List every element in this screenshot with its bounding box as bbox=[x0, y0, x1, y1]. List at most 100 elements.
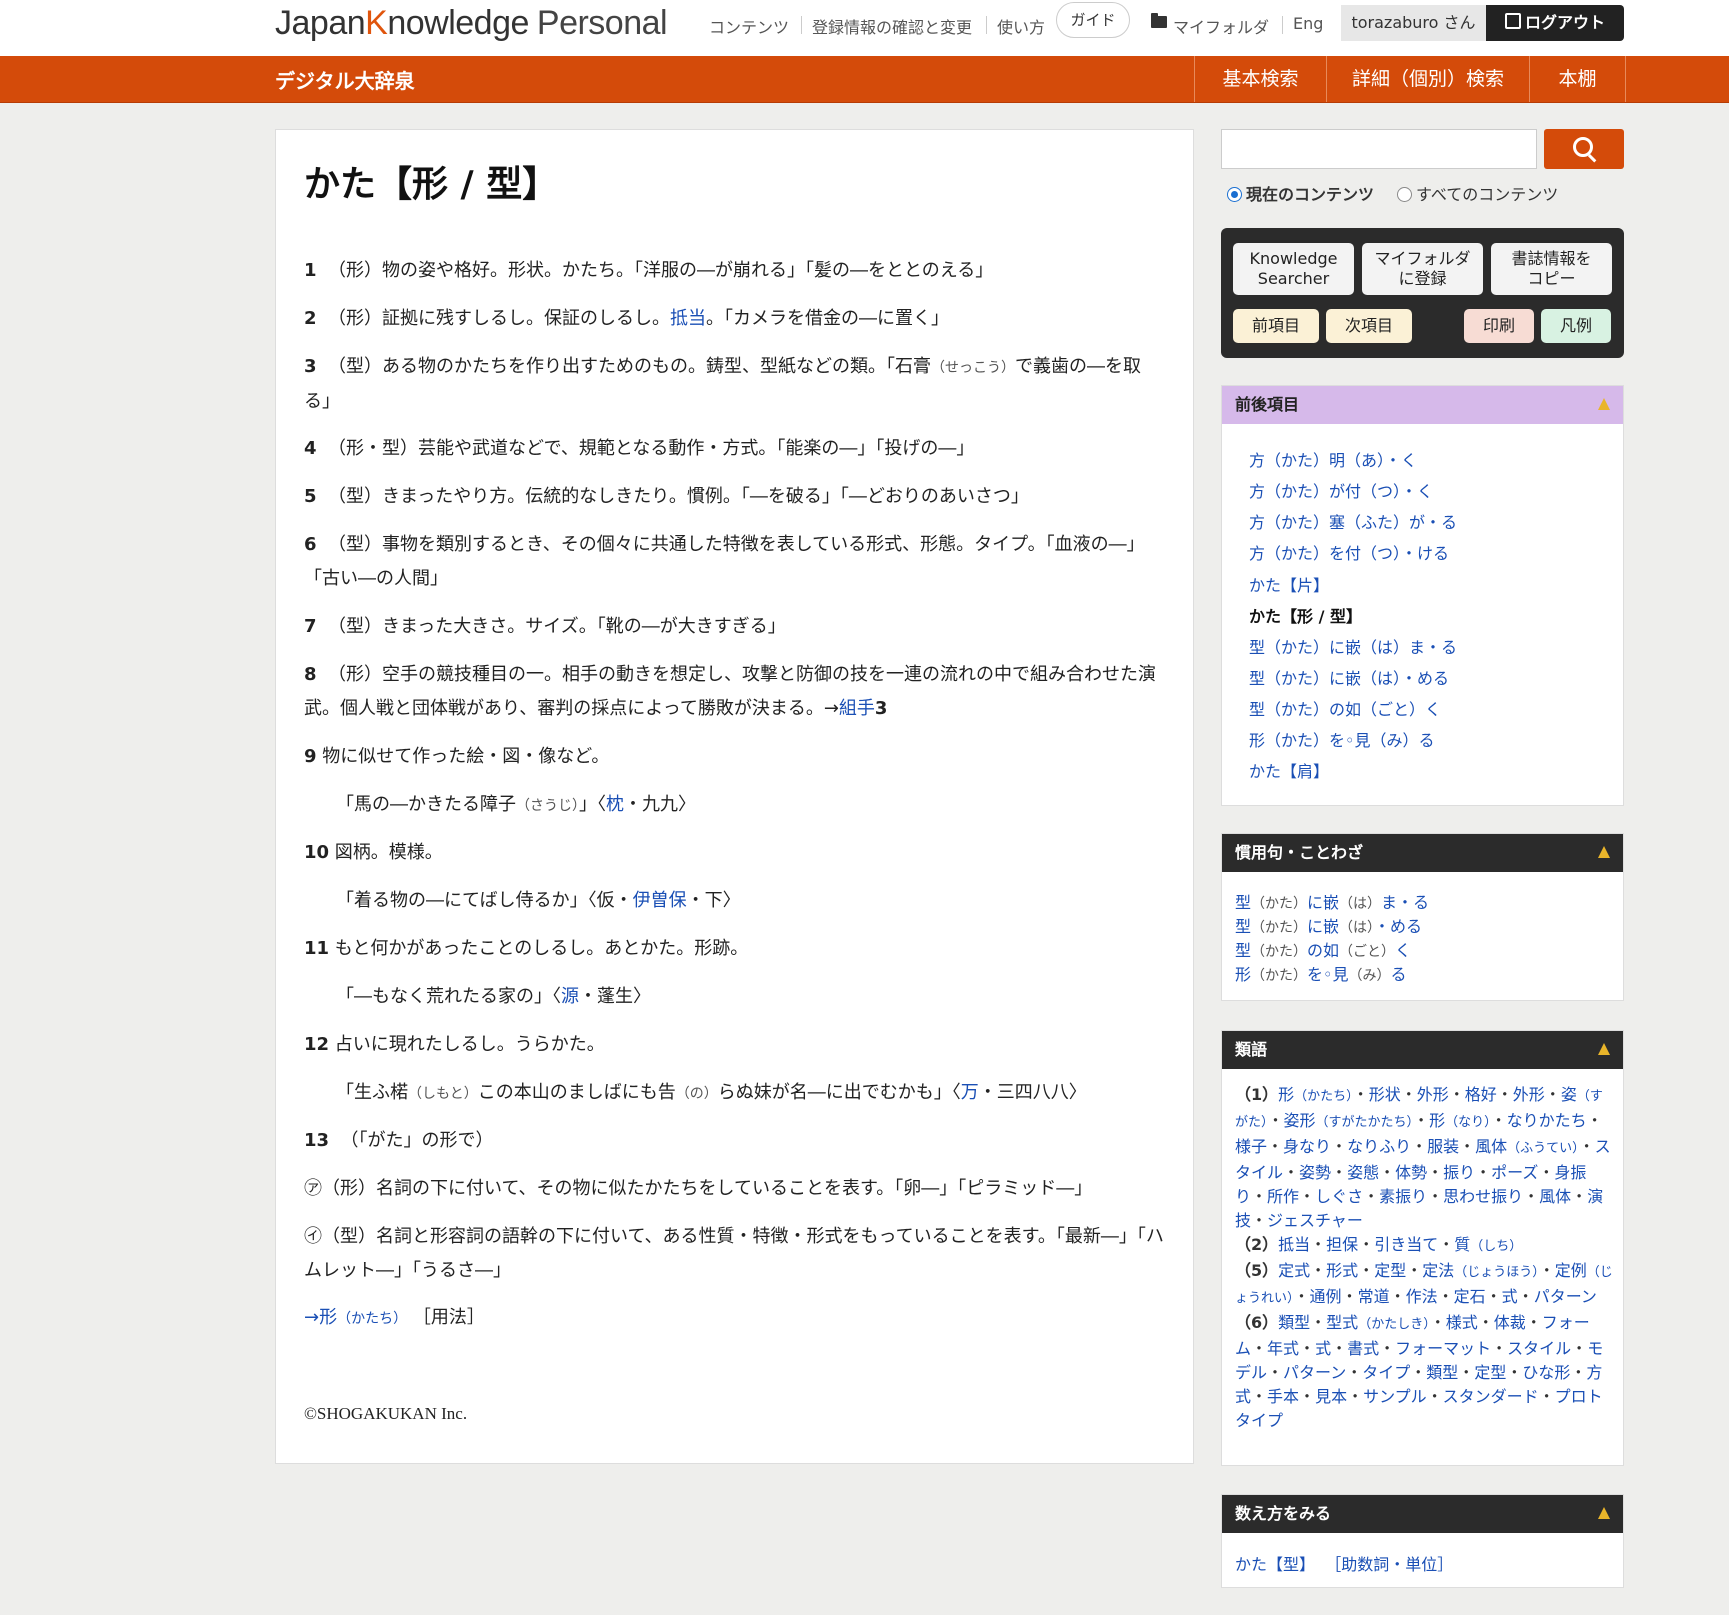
see-also-link[interactable]: →形（かたち） bbox=[304, 1307, 407, 1328]
source-link[interactable]: 万 bbox=[961, 1082, 979, 1103]
nearby-entry-link[interactable]: 形（かた）を◦見（み）る bbox=[1249, 727, 1434, 751]
counting-header[interactable]: 数え方をみる bbox=[1222, 1495, 1623, 1533]
collapse-caret-icon[interactable] bbox=[1598, 398, 1610, 410]
nearby-entry-link[interactable]: 方（かた）を付（つ）・ける bbox=[1249, 540, 1449, 564]
tab-advanced-search[interactable]: 詳細（個別）検索 bbox=[1326, 56, 1529, 102]
prev-entry-button[interactable]: 前項目 bbox=[1233, 309, 1319, 343]
synonym-link[interactable]: 様式 bbox=[1446, 1313, 1478, 1332]
synonym-link[interactable]: 型式（かたしき） bbox=[1326, 1313, 1430, 1332]
nav-contents[interactable]: コンテンツ bbox=[709, 14, 789, 38]
next-entry-button[interactable]: 次項目 bbox=[1326, 309, 1412, 343]
knowledge-searcher-button[interactable]: Knowledge Searcher bbox=[1233, 243, 1354, 295]
collapse-caret-icon[interactable] bbox=[1598, 1043, 1610, 1055]
print-button[interactable]: 印刷 bbox=[1464, 309, 1534, 343]
nearby-entry-link[interactable]: 方（かた）が付（つ）・く bbox=[1249, 478, 1433, 502]
synonym-link[interactable]: 体勢 bbox=[1395, 1163, 1427, 1182]
synonym-link[interactable]: 姿形（すがたかたち） bbox=[1284, 1111, 1414, 1130]
source-link[interactable]: 枕 bbox=[606, 794, 624, 815]
logout-button[interactable]: ログアウト bbox=[1486, 5, 1624, 41]
synonym-link[interactable]: 式 bbox=[1502, 1287, 1518, 1306]
synonym-link[interactable]: パターン bbox=[1534, 1287, 1597, 1306]
synonym-link[interactable]: 類型 bbox=[1426, 1363, 1458, 1382]
synonym-link[interactable]: ポーズ bbox=[1491, 1163, 1538, 1182]
tab-bookshelf[interactable]: 本棚 bbox=[1529, 56, 1626, 102]
site-logo[interactable]: JapanKnowledge Personal bbox=[275, 4, 668, 43]
synonym-link[interactable]: ジェスチャー bbox=[1267, 1211, 1363, 1230]
synonym-link[interactable]: 風体 bbox=[1539, 1187, 1571, 1206]
synonym-link[interactable]: 振り bbox=[1443, 1163, 1475, 1182]
nav-english[interactable]: Eng bbox=[1281, 14, 1323, 34]
synonym-link[interactable]: パターン bbox=[1283, 1363, 1346, 1382]
synonym-link[interactable]: 通例 bbox=[1310, 1287, 1342, 1306]
synonym-link[interactable]: 風体（ふうてい） bbox=[1475, 1137, 1579, 1156]
synonym-link[interactable]: スタイル bbox=[1507, 1339, 1571, 1358]
nearby-entry-link[interactable]: かた【片】 bbox=[1249, 572, 1329, 596]
nearby-entries-header[interactable]: 前後項目 bbox=[1222, 386, 1623, 424]
synonym-link[interactable]: 作法 bbox=[1406, 1287, 1438, 1306]
synonym-link[interactable]: サンプル bbox=[1363, 1387, 1427, 1406]
synonym-link[interactable]: 所作 bbox=[1267, 1187, 1299, 1206]
dictionary-title[interactable]: デジタル大辞泉 bbox=[275, 65, 415, 94]
synonym-link[interactable]: 身なり bbox=[1283, 1137, 1331, 1156]
synonym-link[interactable]: 常道 bbox=[1358, 1287, 1390, 1306]
synonym-link[interactable]: なりふり bbox=[1347, 1137, 1411, 1156]
cross-reference-link[interactable]: 抵当 bbox=[670, 308, 706, 329]
radio-all-contents[interactable]: すべてのコンテンツ bbox=[1397, 181, 1558, 205]
nav-howto[interactable]: 使い方 bbox=[985, 14, 1045, 38]
synonym-link[interactable]: 質（しち） bbox=[1454, 1235, 1522, 1254]
synonym-link[interactable]: 定型 bbox=[1374, 1261, 1406, 1280]
synonym-link[interactable]: ひな形 bbox=[1522, 1363, 1570, 1382]
radio-current-contents[interactable]: 現在のコンテンツ bbox=[1227, 181, 1374, 205]
nearby-entry-link[interactable]: 方（かた）明（あ）・く bbox=[1249, 447, 1417, 471]
synonym-link[interactable]: 式 bbox=[1315, 1339, 1331, 1358]
copy-citation-button[interactable]: 書誌情報を コピー bbox=[1491, 243, 1612, 295]
synonym-link[interactable]: 素振り bbox=[1379, 1187, 1427, 1206]
counter-word-link[interactable]: かた【型】 ［助数詞・単位］ bbox=[1235, 1551, 1453, 1575]
idioms-header[interactable]: 慣用句・ことわざ bbox=[1222, 834, 1623, 872]
synonym-link[interactable]: 定法（じょうほう） bbox=[1422, 1261, 1539, 1280]
synonym-link[interactable]: 定型 bbox=[1474, 1363, 1506, 1382]
nearby-entry-link[interactable]: 型（かた）の如（ごと）く bbox=[1249, 696, 1441, 720]
nearby-entry-link[interactable]: 方（かた）塞（ふた）が・る bbox=[1249, 509, 1457, 533]
source-link[interactable]: 源 bbox=[561, 986, 579, 1007]
synonym-link[interactable]: 様子 bbox=[1235, 1137, 1267, 1156]
synonym-link[interactable]: 服装 bbox=[1427, 1137, 1459, 1156]
cross-reference-link[interactable]: 組手 bbox=[839, 698, 875, 719]
legend-button[interactable]: 凡例 bbox=[1541, 309, 1611, 343]
nearby-entry-link[interactable]: 型（かた）に嵌（は）・める bbox=[1249, 665, 1449, 689]
nearby-entry-link[interactable]: 型（かた）に嵌（は）ま・る bbox=[1249, 634, 1457, 658]
synonym-link[interactable]: 見本 bbox=[1315, 1387, 1347, 1406]
collapse-caret-icon[interactable] bbox=[1598, 846, 1610, 858]
synonym-link[interactable]: 担保 bbox=[1326, 1235, 1358, 1254]
idiom-link[interactable]: 型（かた）に嵌（は）ま・る bbox=[1235, 889, 1429, 913]
collapse-caret-icon[interactable] bbox=[1598, 1507, 1610, 1519]
nav-account[interactable]: 登録情報の確認と変更 bbox=[800, 14, 972, 38]
synonym-link[interactable]: 思わせ振り bbox=[1443, 1187, 1523, 1206]
synonym-link[interactable]: 年式 bbox=[1267, 1339, 1299, 1358]
idiom-link[interactable]: 型（かた）に嵌（は）・める bbox=[1235, 913, 1422, 937]
synonym-link[interactable]: 形状 bbox=[1369, 1085, 1401, 1104]
nearby-entry-link[interactable]: かた【肩】 bbox=[1249, 758, 1329, 782]
nav-myfolder[interactable]: マイフォルダ bbox=[1173, 14, 1269, 38]
synonym-link[interactable]: 外形 bbox=[1513, 1085, 1545, 1104]
synonym-link[interactable]: 書式 bbox=[1347, 1339, 1379, 1358]
synonyms-header[interactable]: 類語 bbox=[1222, 1031, 1623, 1069]
source-link[interactable]: 伊曽保 bbox=[633, 890, 687, 911]
synonym-link[interactable]: 形（なり） bbox=[1429, 1111, 1491, 1130]
synonym-link[interactable]: 抵当 bbox=[1278, 1235, 1310, 1254]
synonym-link[interactable]: フォーマット bbox=[1395, 1339, 1491, 1358]
nav-guide-button[interactable]: ガイド bbox=[1056, 2, 1130, 38]
synonym-link[interactable]: 定石 bbox=[1454, 1287, 1486, 1306]
add-to-myfolder-button[interactable]: マイフォルダ に登録 bbox=[1362, 243, 1483, 295]
idiom-link[interactable]: 形（かた）を◦見（み）る bbox=[1235, 961, 1406, 985]
synonym-link[interactable]: 形式 bbox=[1326, 1261, 1358, 1280]
synonym-link[interactable]: 姿態 bbox=[1347, 1163, 1379, 1182]
synonym-link[interactable]: 外形 bbox=[1417, 1085, 1449, 1104]
synonym-link[interactable]: 形（かたち） bbox=[1278, 1085, 1353, 1104]
synonym-link[interactable]: スタンダード bbox=[1443, 1387, 1539, 1406]
tab-basic-search[interactable]: 基本検索 bbox=[1194, 56, 1326, 102]
synonym-link[interactable]: 格好 bbox=[1465, 1085, 1497, 1104]
synonym-link[interactable]: しぐさ bbox=[1315, 1187, 1363, 1206]
synonym-link[interactable]: 引き当て bbox=[1374, 1235, 1438, 1254]
search-input[interactable] bbox=[1221, 129, 1537, 169]
